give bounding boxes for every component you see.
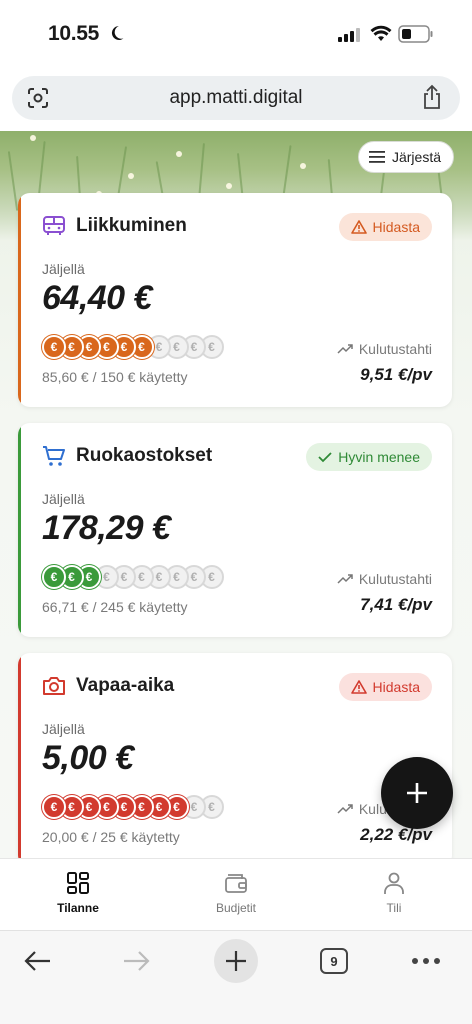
add-button[interactable] — [381, 757, 453, 829]
nav-item-budjetit[interactable]: Budjetit — [176, 871, 296, 915]
rate-value: 7,41 €/pv — [360, 595, 432, 614]
coin-filled: € — [42, 335, 66, 359]
tabs-button[interactable]: 9 — [318, 939, 350, 983]
menu-lines-icon — [368, 151, 385, 163]
rate-value: 9,51 €/pv — [360, 365, 432, 384]
back-button[interactable] — [20, 939, 56, 983]
remaining-amount: 64,40 € — [42, 279, 152, 317]
nav-label: Tilanne — [57, 901, 99, 915]
budget-card[interactable]: Vapaa-aika Hidasta Jäljellä 5,00 € € € € € €… — [18, 653, 452, 858]
card-accent — [18, 193, 21, 407]
dashboard-icon — [67, 872, 89, 894]
plus-icon — [407, 783, 427, 803]
coin-filled: € — [42, 565, 66, 589]
status-badge: Hidasta — [338, 213, 432, 241]
sort-button-label: Järjestä — [391, 149, 441, 165]
sort-button[interactable]: Järjestä — [357, 141, 454, 173]
share-icon[interactable] — [420, 84, 444, 110]
wallet-icon — [225, 874, 247, 893]
nav-label: Budjetit — [215, 901, 257, 915]
budget-card[interactable]: Liikkuminen Hidasta Jäljellä 64,40 € € € €… — [18, 193, 452, 407]
cart-icon — [43, 446, 65, 466]
camera-icon — [43, 677, 65, 695]
coin-filled: € — [42, 795, 66, 819]
rate-label-text: Kulutustahti — [358, 341, 432, 357]
spent-text: 20,00 € / 25 € käytetty — [42, 829, 180, 845]
more-button[interactable] — [408, 939, 444, 983]
status-badge-label: Hidasta — [372, 219, 420, 235]
forward-button[interactable] — [118, 939, 154, 983]
nav-label: Tili — [386, 901, 402, 915]
spent-text: 85,60 € / 150 € käytetty — [42, 369, 188, 385]
status-badge: Hyvin menee — [306, 443, 432, 471]
tab-count: 9 — [320, 948, 348, 974]
status-time: 10.55 — [48, 22, 100, 45]
budget-card[interactable]: Ruokaostokset Hyvin menee Jäljellä 178,2… — [18, 423, 452, 637]
browser-toolbar: 9 — [0, 930, 472, 1024]
url-text[interactable]: app.matti.digital — [12, 87, 460, 109]
arrow-right-icon — [124, 951, 150, 971]
remaining-label: Jäljellä — [42, 491, 85, 507]
bus-icon — [43, 216, 65, 235]
trending-up-icon — [337, 574, 353, 584]
rate-label: Kulutustahti — [337, 341, 432, 357]
trending-up-icon — [337, 344, 353, 354]
remaining-amount: 5,00 € — [42, 739, 134, 777]
new-tab-button[interactable] — [214, 939, 258, 983]
arrow-left-icon — [24, 951, 50, 971]
more-dots-icon — [412, 958, 440, 964]
card-title: Vapaa-aika — [76, 675, 175, 696]
spent-text: 66,71 € / 245 € käytetty — [42, 599, 188, 615]
status-badge-label: Hidasta — [372, 679, 420, 695]
main-content[interactable]: Järjestä Liikkuminen Hidasta Jäljellä 64… — [0, 131, 472, 858]
remaining-label: Jäljellä — [42, 721, 85, 737]
status-bar: 10.55 — [0, 0, 472, 70]
warning-icon — [350, 220, 367, 234]
status-badge-label: Hyvin menee — [338, 449, 420, 465]
remaining-amount: 178,29 € — [42, 509, 171, 547]
trending-up-icon — [337, 804, 353, 814]
remaining-label: Jäljellä — [42, 261, 85, 277]
signal-icon — [338, 28, 360, 42]
card-title: Ruokaostokset — [76, 445, 213, 466]
card-accent — [18, 423, 21, 637]
status-badge: Hidasta — [338, 673, 432, 701]
warning-icon — [350, 680, 367, 694]
nav-item-tilanne[interactable]: Tilanne — [18, 871, 138, 915]
address-bar[interactable]: app.matti.digital — [12, 76, 460, 120]
plus-icon — [226, 951, 246, 971]
wifi-icon — [370, 25, 392, 41]
rate-label-text: Kulutustahti — [358, 571, 432, 587]
card-title: Liikkuminen — [76, 215, 187, 236]
battery-icon — [398, 25, 433, 43]
moon-icon — [111, 25, 124, 40]
check-icon — [318, 452, 332, 463]
bottom-navigation: Tilanne Budjetit Tili — [0, 858, 472, 930]
person-icon — [384, 872, 404, 894]
card-accent — [18, 653, 21, 858]
rate-label: Kulutustahti — [337, 571, 432, 587]
nav-item-tili[interactable]: Tili — [334, 871, 454, 915]
